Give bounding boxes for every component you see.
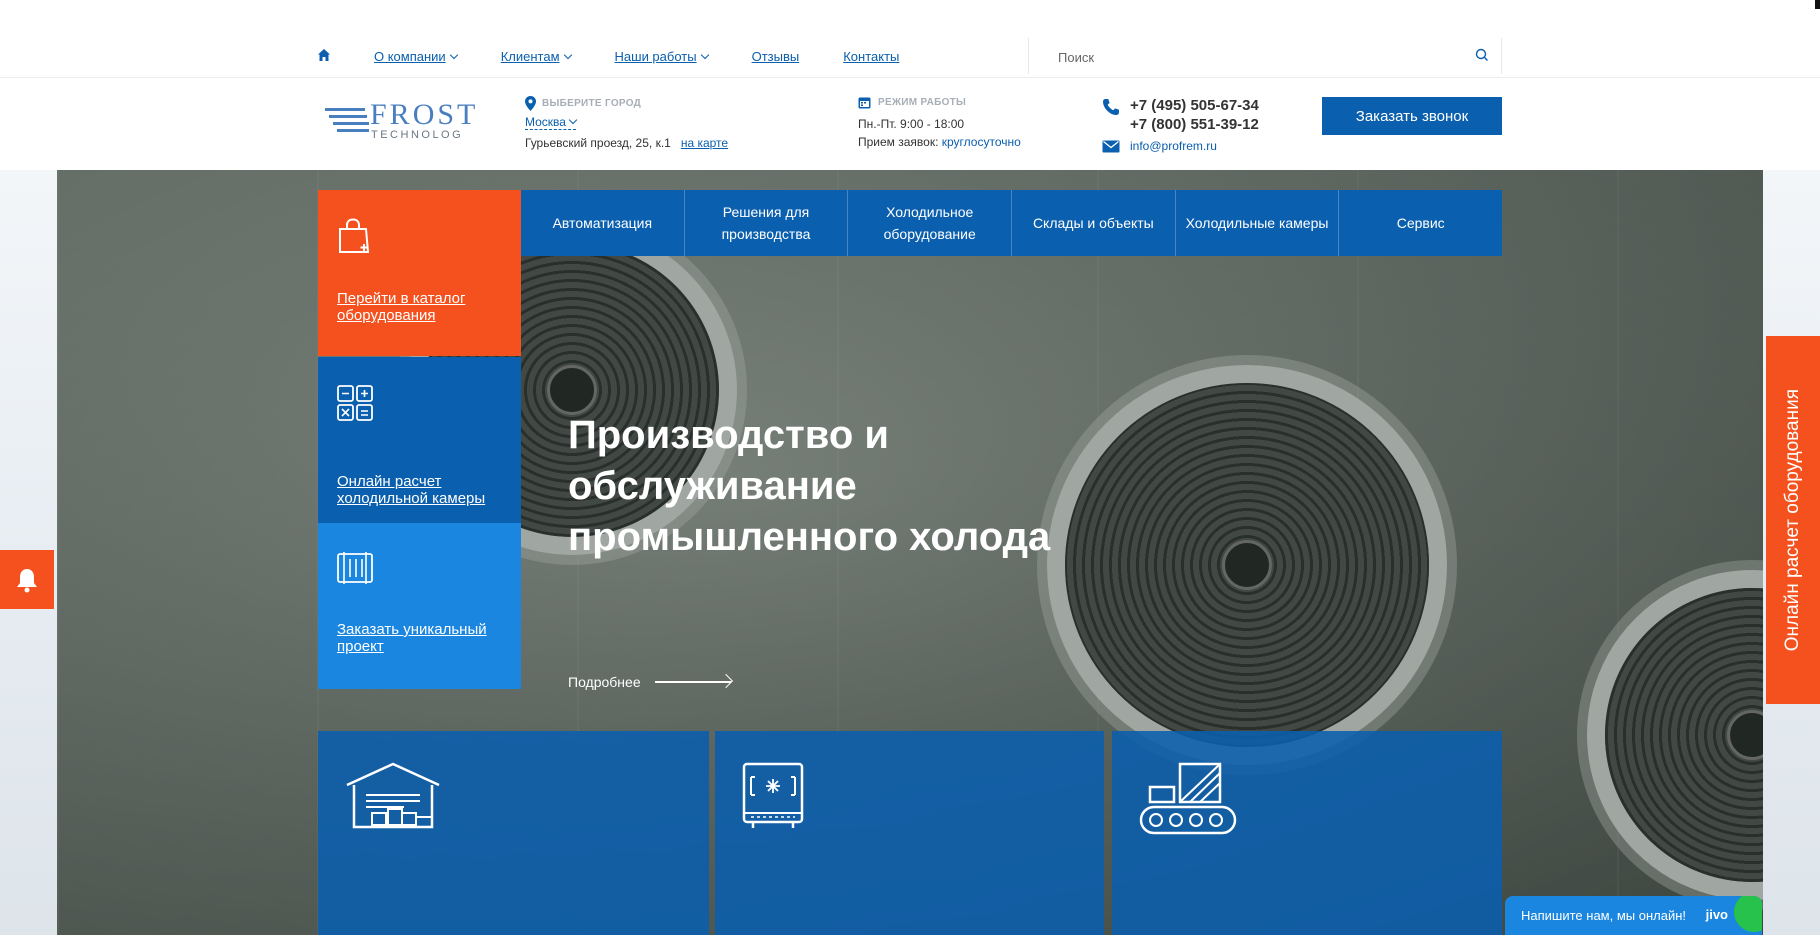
city-label: ВЫБЕРИТЕ ГОРОД — [542, 98, 642, 109]
hours-requests: Прием заявок: круглосуточно — [858, 135, 1021, 149]
calculator-icon — [337, 385, 373, 421]
notification-bell-button[interactable] — [0, 550, 54, 609]
nav-link-reviews[interactable]: Отзывы — [752, 49, 800, 64]
chevron-down-icon — [700, 50, 709, 59]
calc-tile-label: Онлайн расчет холодильной камеры — [337, 473, 486, 507]
nav-link-works[interactable]: Наши работы — [614, 49, 709, 64]
chevron-down-icon — [563, 50, 572, 59]
top-nav-links: О компании Клиентам Наши работы Отзывы К… — [374, 49, 943, 64]
city-name: Москва — [525, 115, 566, 129]
category-automation[interactable]: Автоматизация — [521, 190, 685, 256]
freezer-icon — [742, 762, 804, 828]
service-card-automation[interactable] — [1112, 731, 1502, 935]
project-tile[interactable]: Заказать уникальный проект — [318, 523, 521, 689]
category-refrigeration-equipment[interactable]: Холодильное оборудование — [848, 190, 1013, 256]
side-calc-label: Онлайн расчет оборудования — [1782, 388, 1803, 652]
address-text: Гурьевский проезд, 25, к.1 — [525, 136, 671, 150]
more-link[interactable]: Подробнее — [568, 674, 731, 690]
category-navigation: Автоматизация Решения для производства Х… — [521, 190, 1502, 256]
nav-link-clients[interactable]: Клиентам — [500, 49, 572, 64]
nav-link-contacts[interactable]: Контакты — [843, 49, 899, 64]
catalog-tile-label: Перейти в каталог оборудования — [337, 290, 466, 324]
more-link-label: Подробнее — [568, 674, 641, 690]
hours-weekdays: Пн.-Пт. 9:00 - 18:00 — [858, 117, 965, 131]
chat-widget[interactable]: Напишите нам, мы онлайн! jivo — [1505, 896, 1762, 935]
logo-title: FROST — [370, 98, 479, 131]
contacts-block: +7 (495) 505-67-34 +7 (800) 551-39-12 in… — [1102, 96, 1259, 153]
map-link[interactable]: на карте — [681, 136, 728, 150]
top-navigation: О компании Клиентам Наши работы Отзывы К… — [0, 0, 1820, 78]
corner-marker — [1815, 0, 1820, 9]
city-select[interactable]: Москва — [525, 115, 578, 130]
bell-icon — [17, 568, 37, 592]
work-hours: РЕЖИМ РАБОТЫ Пн.-Пт. 9:00 - 18:00 Прием … — [858, 96, 1021, 149]
nav-link-label: Отзывы — [751, 49, 800, 64]
project-tile-label: Заказать уникальный проект — [337, 621, 487, 655]
chat-brand-logo: jivo — [1705, 907, 1728, 922]
category-service[interactable]: Сервис — [1339, 190, 1502, 256]
hours-requests-label: Прием заявок: — [858, 135, 942, 149]
chat-widget-text: Напишите нам, мы онлайн! — [1521, 908, 1687, 923]
arrow-right-icon — [654, 681, 731, 683]
hours-requests-value: круглосуточно — [941, 135, 1021, 149]
blueprint-icon — [337, 552, 373, 584]
logo-stripes-icon — [325, 108, 369, 132]
nav-link-label: О компании — [374, 49, 446, 64]
calendar-icon — [858, 97, 871, 109]
home-icon[interactable] — [317, 48, 331, 62]
nav-link-label: Клиентам — [500, 49, 560, 64]
mail-icon — [1102, 140, 1120, 152]
phone-icon — [1103, 99, 1119, 115]
side-calc-tab[interactable]: Онлайн расчет оборудования — [1766, 336, 1820, 704]
shopping-bag-icon — [339, 218, 370, 253]
chevron-down-icon — [449, 50, 458, 59]
nav-link-label: Контакты — [843, 49, 900, 64]
email-link[interactable]: info@profrem.ru — [1130, 139, 1217, 153]
conveyor-icon — [1139, 762, 1237, 835]
nav-link-label: Наши работы — [614, 49, 697, 64]
site-header: FROST TECHNOLOG ВЫБЕРИТЕ ГОРОД Москва Гу… — [0, 78, 1820, 170]
service-card-equipment[interactable] — [715, 731, 1104, 935]
city-block: ВЫБЕРИТЕ ГОРОД Москва Гурьевский проезд,… — [525, 96, 728, 150]
logo-subtitle: TECHNOLOG — [371, 129, 464, 141]
hero-title: Производство и обслуживание промышленног… — [568, 413, 1051, 559]
category-cold-rooms[interactable]: Холодильные камеры — [1176, 190, 1340, 256]
phone-2[interactable]: +7 (800) 551-39-12 — [1130, 115, 1259, 134]
nav-link-about[interactable]: О компании — [374, 49, 458, 64]
category-production-solutions[interactable]: Решения для производства — [685, 190, 849, 256]
chevron-down-icon — [568, 115, 578, 125]
warehouse-icon — [346, 762, 440, 829]
catalog-tile[interactable]: Перейти в каталог оборудования — [318, 190, 521, 356]
search-box — [1028, 38, 1502, 74]
calc-tile[interactable]: Онлайн расчет холодильной камеры — [318, 357, 521, 523]
address: Гурьевский проезд, 25, к.1 на карте — [525, 136, 728, 150]
search-icon[interactable] — [1475, 48, 1489, 62]
category-warehouses[interactable]: Склады и объекты — [1012, 190, 1176, 256]
service-card-warehouse[interactable] — [318, 731, 709, 935]
location-pin-icon — [525, 96, 536, 111]
logo[interactable]: FROST TECHNOLOG — [325, 98, 475, 142]
order-call-button[interactable]: Заказать звонок — [1322, 97, 1502, 135]
search-input[interactable] — [1058, 47, 1458, 67]
hours-label: РЕЖИМ РАБОТЫ — [878, 97, 967, 108]
chat-status-indicator — [1734, 896, 1762, 932]
phone-1[interactable]: +7 (495) 505-67-34 — [1130, 96, 1259, 115]
